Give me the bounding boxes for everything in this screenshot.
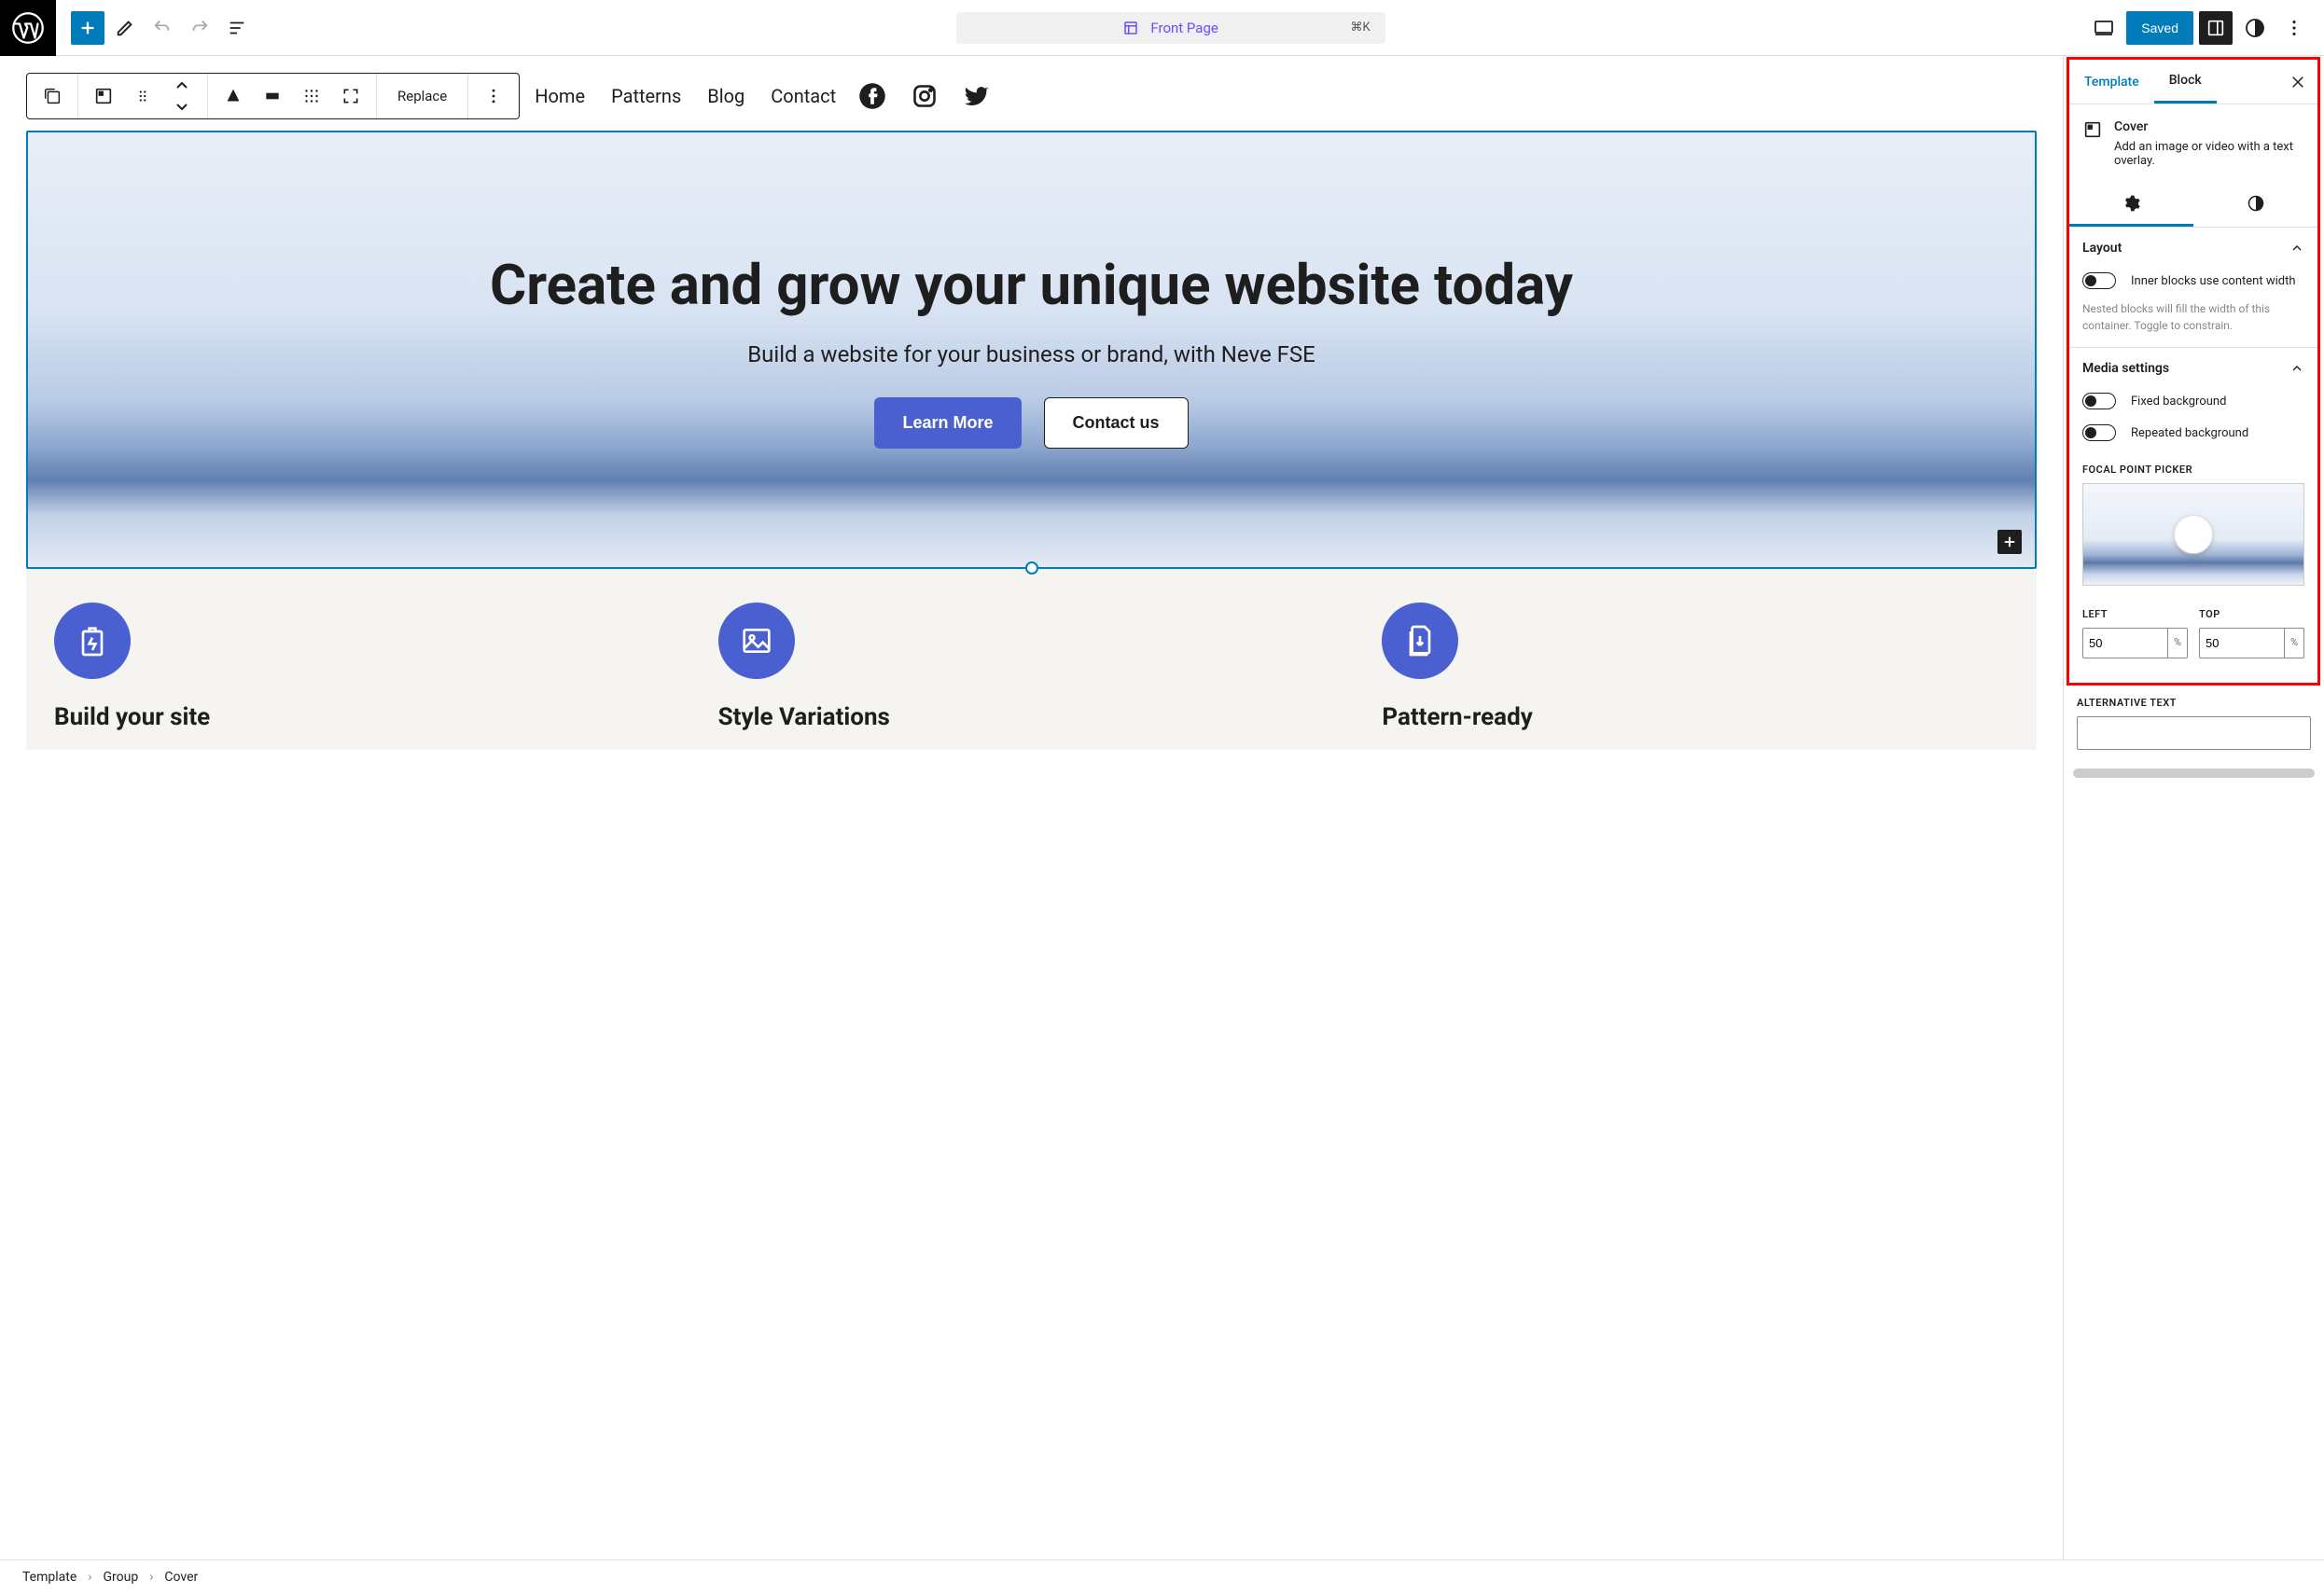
shortcut-label: ⌘K (1350, 21, 1370, 35)
features-row: Build your site Style Variations Pattern… (26, 569, 2037, 750)
layout-help-text: Nested blocks will fill the width of thi… (2082, 300, 2304, 334)
styles-icon[interactable] (2238, 11, 2272, 45)
focal-left-input[interactable] (2082, 628, 2168, 658)
fullscreen-icon[interactable] (331, 76, 370, 116)
layout-panel-header[interactable]: Layout (2069, 228, 2317, 269)
facebook-icon[interactable] (858, 82, 886, 110)
redo-icon[interactable] (183, 11, 216, 45)
percent-unit: % (2168, 628, 2188, 658)
media-panel-header[interactable]: Media settings (2069, 348, 2317, 389)
chevron-up-icon (2289, 241, 2304, 256)
wordpress-logo[interactable] (0, 0, 56, 56)
list-view-icon[interactable] (220, 11, 254, 45)
resize-handle[interactable] (1025, 561, 1038, 575)
chevron-up-icon (2289, 361, 2304, 376)
document-title-bar[interactable]: Front Page ⌘K (956, 12, 1385, 44)
cover-block-icon[interactable] (84, 76, 123, 116)
parent-select-icon[interactable] (33, 76, 72, 116)
cover-block-icon (2082, 119, 2103, 140)
tab-template[interactable]: Template (2069, 62, 2154, 103)
repeated-bg-toggle[interactable] (2082, 424, 2116, 441)
feature-title: Pattern-ready (1382, 703, 2009, 731)
block-more-icon[interactable] (474, 76, 513, 116)
crumb-group[interactable]: Group (103, 1570, 138, 1585)
inner-width-toggle[interactable] (2082, 272, 2116, 289)
feature-title: Build your site (54, 703, 681, 731)
focal-point-handle[interactable] (2174, 515, 2213, 554)
move-up-icon[interactable] (162, 76, 202, 96)
focal-picker-label: FOCAL POINT PICKER (2082, 464, 2304, 476)
styles-subtab-icon[interactable] (2193, 183, 2317, 227)
nav-link-home[interactable]: Home (535, 85, 585, 107)
undo-icon[interactable] (146, 11, 179, 45)
breadcrumb: Template › Group › Cover (0, 1559, 2324, 1593)
desktop-view-icon[interactable] (2087, 11, 2121, 45)
learn-more-button[interactable]: Learn More (874, 397, 1021, 449)
settings-sidebar-toggle[interactable] (2199, 11, 2233, 45)
nav-link-contact[interactable]: Contact (771, 85, 836, 107)
replace-media-button[interactable]: Replace (383, 88, 462, 104)
add-inner-block-button[interactable] (1997, 530, 2022, 554)
move-down-icon[interactable] (162, 96, 202, 117)
cover-heading[interactable]: Create and grow your unique website toda… (490, 252, 1573, 319)
editor-canvas[interactable]: Replace Home Patterns Blog Contact (0, 56, 2063, 1559)
fixed-bg-label: Fixed background (2131, 395, 2226, 409)
full-height-icon[interactable] (292, 76, 331, 116)
save-button[interactable]: Saved (2126, 11, 2193, 45)
alt-text-label: ALTERNATIVE TEXT (2077, 697, 2311, 709)
top-toolbar: Front Page ⌘K Saved (0, 0, 2324, 56)
top-label: TOP (2199, 608, 2304, 620)
settings-sidebar: Template Block Cover Add an image or vid… (2063, 56, 2324, 1559)
content-position-icon[interactable] (214, 76, 253, 116)
left-label: LEFT (2082, 608, 2188, 620)
image-icon (718, 603, 795, 679)
feature-pattern[interactable]: Pattern-ready (1382, 603, 2009, 731)
drag-handle-icon[interactable] (123, 76, 162, 116)
instagram-icon[interactable] (911, 82, 939, 110)
crumb-cover[interactable]: Cover (164, 1570, 198, 1585)
block-toolbar: Replace (26, 73, 520, 119)
battery-icon (54, 603, 131, 679)
download-doc-icon (1382, 603, 1458, 679)
focal-top-input[interactable] (2199, 628, 2285, 658)
tab-block[interactable]: Block (2154, 60, 2217, 104)
twitter-icon[interactable] (963, 82, 991, 110)
edit-tool-icon[interactable] (108, 11, 142, 45)
block-card: Cover Add an image or video with a text … (2069, 104, 2317, 183)
nav-link-patterns[interactable]: Patterns (611, 85, 681, 107)
crumb-template[interactable]: Template (22, 1570, 77, 1585)
more-options-icon[interactable] (2277, 11, 2311, 45)
inner-width-label: Inner blocks use content width (2131, 274, 2296, 288)
close-sidebar-icon[interactable] (2278, 61, 2317, 104)
focal-point-picker[interactable] (2082, 483, 2304, 586)
percent-unit: % (2285, 628, 2304, 658)
feature-build[interactable]: Build your site (54, 603, 681, 731)
nav-link-blog[interactable]: Blog (707, 85, 745, 107)
block-description: Add an image or video with a text overla… (2114, 140, 2304, 168)
cover-subheading[interactable]: Build a website for your business or bra… (747, 341, 1315, 367)
document-title: Front Page (1150, 20, 1218, 36)
add-block-button[interactable] (71, 11, 104, 45)
horizontal-scrollbar[interactable] (2073, 769, 2315, 778)
repeated-bg-label: Repeated background (2131, 426, 2248, 440)
cover-block[interactable]: Create and grow your unique website toda… (26, 131, 2037, 569)
block-name: Cover (2114, 119, 2304, 134)
fixed-bg-toggle[interactable] (2082, 393, 2116, 409)
settings-subtab-icon[interactable] (2069, 183, 2193, 227)
contact-us-button[interactable]: Contact us (1044, 397, 1189, 449)
feature-style[interactable]: Style Variations (718, 603, 1345, 731)
feature-title: Style Variations (718, 703, 1345, 731)
align-icon[interactable] (253, 76, 292, 116)
media-settings-panel: Media settings Fixed background Repeated… (2069, 348, 2317, 672)
alt-text-input[interactable] (2077, 716, 2311, 750)
layout-panel: Layout Inner blocks use content width Ne… (2069, 228, 2317, 348)
site-navigation: Home Patterns Blog Contact (535, 85, 836, 107)
